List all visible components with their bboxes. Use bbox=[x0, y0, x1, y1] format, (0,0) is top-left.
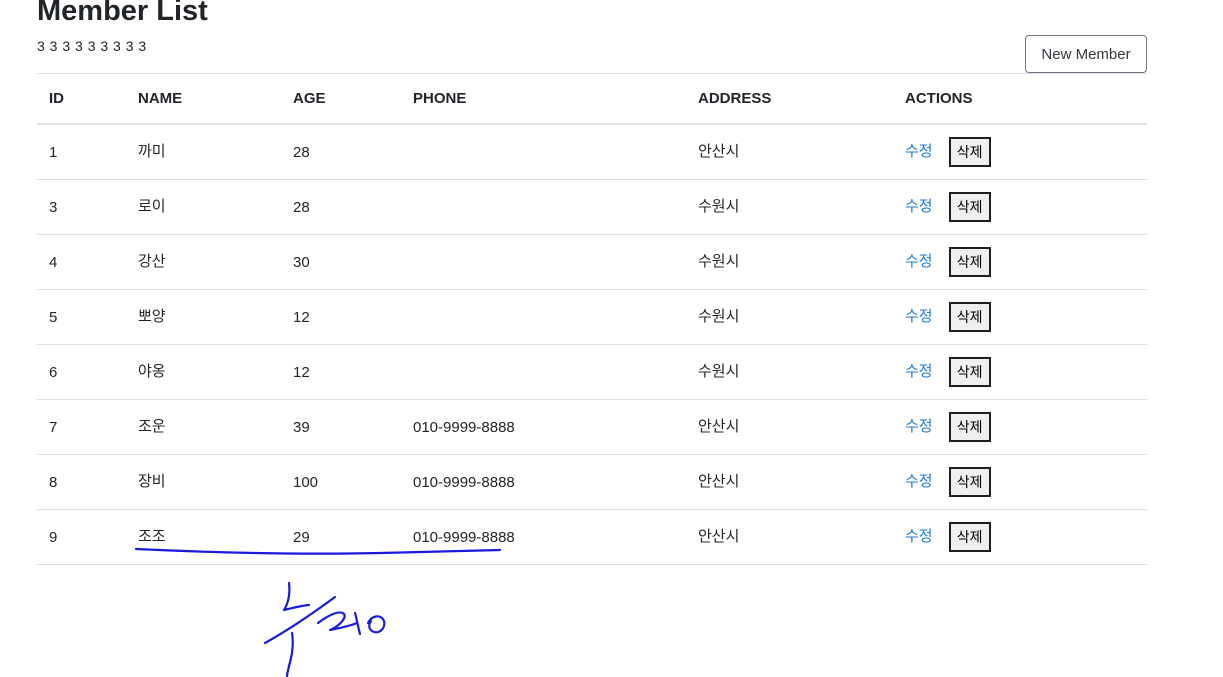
delete-button[interactable]: 삭제 bbox=[948, 357, 991, 387]
header-address: ADDRESS bbox=[686, 73, 893, 125]
cell-phone bbox=[401, 289, 686, 345]
table-row: 9 조조 29 010-9999-8888 안산시 수정 삭제 bbox=[37, 507, 1147, 565]
signature-stroke bbox=[316, 611, 359, 632]
cell-address: 안산시 bbox=[686, 397, 893, 453]
edit-link[interactable]: 수정 bbox=[905, 308, 933, 325]
cell-age: 100 bbox=[281, 454, 401, 510]
cell-id: 8 bbox=[37, 454, 126, 510]
header-actions: ACTIONS bbox=[893, 73, 1147, 125]
cell-age: 39 bbox=[281, 399, 401, 455]
cell-actions: 수정 삭제 bbox=[893, 509, 1147, 565]
cell-phone bbox=[401, 344, 686, 400]
cell-name: 조조 bbox=[126, 507, 281, 563]
cell-id: 7 bbox=[37, 399, 126, 455]
cell-id: 4 bbox=[37, 234, 126, 290]
cell-name: 조운 bbox=[126, 397, 281, 453]
signature-stroke bbox=[282, 581, 311, 612]
delete-button[interactable]: 삭제 bbox=[948, 467, 991, 497]
cell-age: 12 bbox=[281, 344, 401, 400]
table-row: 3 로이 28 수원시 수정 삭제 bbox=[37, 177, 1147, 235]
cell-actions: 수정 삭제 bbox=[893, 179, 1147, 235]
edit-link[interactable]: 수정 bbox=[905, 198, 933, 215]
table-row: 5 뽀양 12 수원시 수정 삭제 bbox=[37, 287, 1147, 345]
cell-actions: 수정 삭제 bbox=[893, 399, 1147, 455]
cell-age: 29 bbox=[281, 509, 401, 565]
delete-button[interactable]: 삭제 bbox=[948, 192, 991, 222]
cell-actions: 수정 삭제 bbox=[893, 289, 1147, 345]
cell-phone bbox=[401, 179, 686, 235]
cell-actions: 수정 삭제 bbox=[893, 234, 1147, 290]
header-age: AGE bbox=[281, 73, 401, 125]
table-row: 1 까미 28 안산시 수정 삭제 bbox=[37, 122, 1147, 180]
edit-link[interactable]: 수정 bbox=[905, 143, 933, 160]
subtitle-text: 3 3 3 3 3 3 3 3 3 bbox=[37, 38, 147, 54]
cell-phone bbox=[401, 234, 686, 290]
edit-link[interactable]: 수정 bbox=[905, 418, 933, 435]
delete-button[interactable]: 삭제 bbox=[948, 137, 991, 167]
signature-stroke bbox=[353, 611, 362, 636]
edit-link[interactable]: 수정 bbox=[905, 528, 933, 545]
cell-id: 3 bbox=[37, 179, 126, 235]
cell-name: 까미 bbox=[126, 122, 281, 178]
signature-stroke bbox=[366, 615, 386, 634]
edit-link[interactable]: 수정 bbox=[905, 253, 933, 270]
cell-id: 1 bbox=[37, 124, 126, 180]
cell-address: 수원시 bbox=[686, 232, 893, 288]
edit-link[interactable]: 수정 bbox=[905, 473, 933, 490]
cell-address: 수원시 bbox=[686, 177, 893, 233]
cell-id: 6 bbox=[37, 344, 126, 400]
table-row: 4 강산 30 수원시 수정 삭제 bbox=[37, 232, 1147, 290]
signature-stroke bbox=[285, 631, 294, 677]
table-row: 8 장비 100 010-9999-8888 안산시 수정 삭제 bbox=[37, 452, 1147, 510]
cell-address: 안산시 bbox=[686, 452, 893, 508]
header-phone: PHONE bbox=[401, 73, 686, 125]
cell-name: 야옹 bbox=[126, 342, 281, 398]
cell-phone bbox=[401, 124, 686, 180]
cell-age: 28 bbox=[281, 179, 401, 235]
cell-name: 장비 bbox=[126, 452, 281, 508]
cell-address: 수원시 bbox=[686, 342, 893, 398]
delete-button[interactable]: 삭제 bbox=[948, 522, 991, 552]
cell-address: 수원시 bbox=[686, 287, 893, 343]
cell-actions: 수정 삭제 bbox=[893, 124, 1147, 180]
header-name: NAME bbox=[126, 73, 281, 125]
cell-phone: 010-9999-8888 bbox=[401, 454, 686, 510]
cell-phone: 010-9999-8888 bbox=[401, 399, 686, 455]
table-row: 7 조운 39 010-9999-8888 안산시 수정 삭제 bbox=[37, 397, 1147, 455]
table-body: 1 까미 28 안산시 수정 삭제 3 로이 28 수원시 수정 삭제 4 강산… bbox=[37, 122, 1147, 565]
cell-actions: 수정 삭제 bbox=[893, 344, 1147, 400]
delete-button[interactable]: 삭제 bbox=[948, 412, 991, 442]
table-header-row: ID NAME AGE PHONE ADDRESS ACTIONS bbox=[37, 73, 1147, 125]
delete-button[interactable]: 삭제 bbox=[948, 247, 991, 277]
cell-id: 9 bbox=[37, 509, 126, 565]
member-table: ID NAME AGE PHONE ADDRESS ACTIONS 1 까미 2… bbox=[37, 73, 1147, 565]
table-header: ID NAME AGE PHONE ADDRESS ACTIONS bbox=[37, 73, 1147, 125]
edit-link[interactable]: 수정 bbox=[905, 363, 933, 380]
cell-age: 28 bbox=[281, 124, 401, 180]
cell-actions: 수정 삭제 bbox=[893, 454, 1147, 510]
delete-button[interactable]: 삭제 bbox=[948, 302, 991, 332]
cell-name: 로이 bbox=[126, 177, 281, 233]
cell-age: 12 bbox=[281, 289, 401, 345]
cell-name: 강산 bbox=[126, 232, 281, 288]
signature-stroke bbox=[263, 595, 337, 645]
page-title: Member List bbox=[37, 0, 208, 27]
header-id: ID bbox=[37, 73, 126, 125]
table-row: 6 야옹 12 수원시 수정 삭제 bbox=[37, 342, 1147, 400]
cell-phone: 010-9999-8888 bbox=[401, 509, 686, 565]
cell-id: 5 bbox=[37, 289, 126, 345]
cell-address: 안산시 bbox=[686, 507, 893, 563]
cell-age: 30 bbox=[281, 234, 401, 290]
cell-address: 안산시 bbox=[686, 122, 893, 178]
cell-name: 뽀양 bbox=[126, 287, 281, 343]
new-member-button[interactable]: New Member bbox=[1025, 35, 1147, 73]
